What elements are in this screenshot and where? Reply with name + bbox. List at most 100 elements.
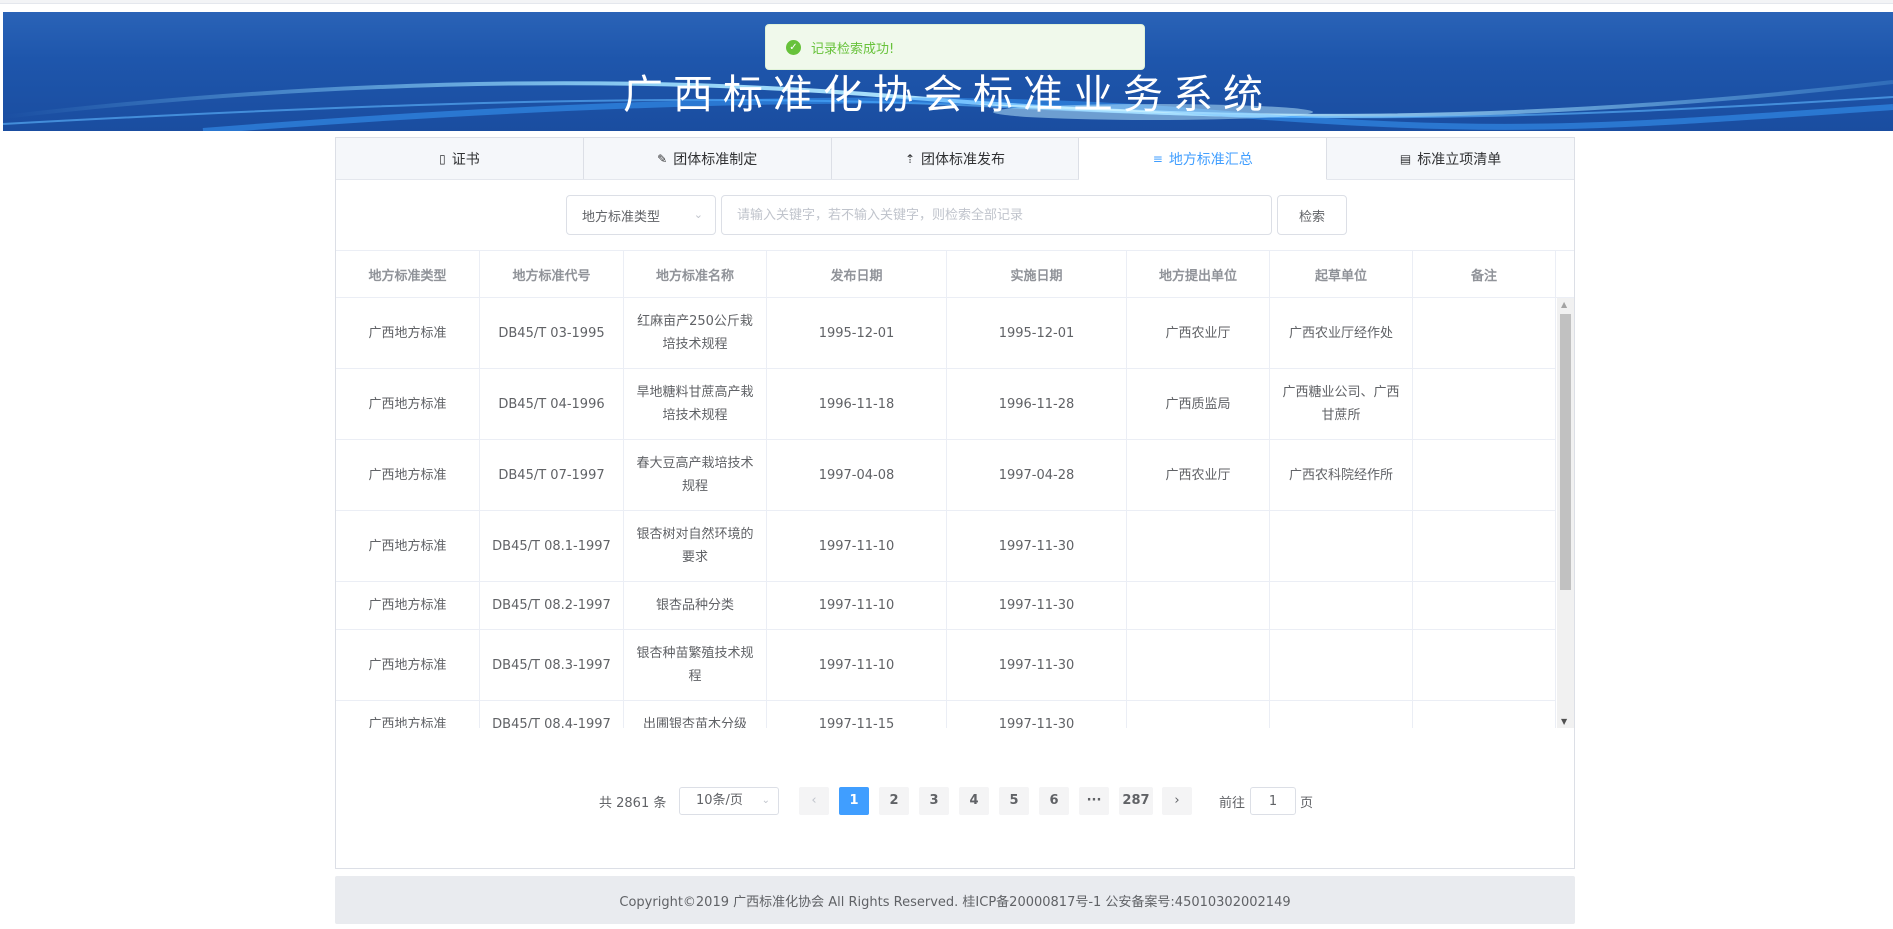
- table-cell: 银杏品种分类: [624, 582, 767, 629]
- table-cell: 1995-12-01: [767, 298, 947, 368]
- table-cell: 广西地方标准: [336, 511, 480, 581]
- table-cell: 1997-11-15: [767, 701, 947, 728]
- chevron-down-icon: ⌄: [693, 208, 703, 221]
- page-number[interactable]: 2: [879, 787, 909, 815]
- table-cell: DB45/T 08.2-1997: [480, 582, 624, 629]
- table-cell: [1413, 369, 1556, 439]
- tab-bar: ▯ 证书 ✎ 团体标准制定 ⇡ 团体标准发布 ≡ 地方标准汇总 ▤ 标准立项清单: [336, 138, 1574, 180]
- column-header: 地方提出单位: [1127, 251, 1270, 297]
- next-page-button[interactable]: ›: [1162, 787, 1192, 815]
- table-cell: 1996-11-18: [767, 369, 947, 439]
- tab-standard-project-list[interactable]: ▤ 标准立项清单: [1327, 138, 1574, 179]
- table-cell: 广西农业厅: [1127, 298, 1270, 368]
- table-cell: 广西地方标准: [336, 369, 480, 439]
- chevron-right-icon: ›: [1174, 793, 1180, 808]
- search-bar: 地方标准类型 ⌄ 检索: [336, 195, 1574, 235]
- keyword-input[interactable]: [721, 195, 1272, 235]
- table-cell: 1997-11-10: [767, 630, 947, 700]
- table-cell: [1270, 511, 1413, 581]
- page-title: 广西标准化协会标准业务系统: [623, 72, 1273, 118]
- table-cell: 1997-11-10: [767, 582, 947, 629]
- success-check-icon: ✓: [786, 39, 801, 55]
- tab-label: 团体标准发布: [921, 151, 1006, 168]
- column-header: 起草单位: [1270, 251, 1413, 297]
- page-number[interactable]: 287: [1119, 787, 1153, 815]
- table-row: 广西地方标准 DB45/T 04-1996 旱地糖料甘蔗高产栽培技术规程 1996-1…: [336, 369, 1556, 440]
- table-header: 地方标准类型 地方标准代号 地方标准名称 发布日期 实施日期 地方提出单位 起草…: [336, 251, 1574, 298]
- table-cell: [1413, 440, 1556, 510]
- tab-label: 证书: [451, 151, 480, 168]
- table-cell: DB45/T 03-1995: [480, 298, 624, 368]
- page-number[interactable]: 3: [919, 787, 949, 815]
- page-number[interactable]: 4: [959, 787, 989, 815]
- chevron-down-icon: ⌄: [761, 795, 770, 806]
- table-cell: 旱地糖料甘蔗高产栽培技术规程: [624, 369, 767, 439]
- table-body: 广西地方标准 DB45/T 03-1995 红麻亩产250公斤栽培技术规程 1995-…: [336, 298, 1556, 728]
- table-cell: [1413, 630, 1556, 700]
- table-row: 广西地方标准 DB45/T 08.3-1997 银杏种苗繁殖技术规程 1997-11-…: [336, 630, 1556, 701]
- page-size-value: 10条/页: [696, 793, 743, 808]
- tab-label: 地方标准汇总: [1168, 151, 1253, 168]
- table-cell: 1997-04-08: [767, 440, 947, 510]
- table-cell: [1270, 582, 1413, 629]
- chevron-left-icon: ‹: [811, 793, 817, 808]
- table-cell: [1127, 582, 1270, 629]
- vertical-scrollbar[interactable]: ▲ ▼: [1557, 298, 1574, 728]
- tab-group-standard-publish[interactable]: ⇡ 团体标准发布: [832, 138, 1080, 179]
- table-cell: DB45/T 08.3-1997: [480, 630, 624, 700]
- page-number[interactable]: 6: [1039, 787, 1069, 815]
- search-button[interactable]: 检索: [1277, 195, 1347, 235]
- tab-group-standard-draft[interactable]: ✎ 团体标准制定: [584, 138, 832, 179]
- tab-local-standard-summary[interactable]: ≡ 地方标准汇总: [1079, 138, 1328, 180]
- book-icon: ▯: [439, 151, 446, 166]
- table-cell: 广西地方标准: [336, 440, 480, 510]
- table-row: 广西地方标准 DB45/T 07-1997 春大豆高产栽培技术规程 1997-04-0…: [336, 440, 1556, 511]
- total-count: 共 2861 条: [599, 796, 667, 811]
- table-cell: 红麻亩产250公斤栽培技术规程: [624, 298, 767, 368]
- table-cell: 广西糖业公司、广西甘蔗所: [1270, 369, 1413, 439]
- table-cell: 1997-11-30: [947, 511, 1127, 581]
- top-bar: [0, 0, 1893, 4]
- main-panel: ▯ 证书 ✎ 团体标准制定 ⇡ 团体标准发布 ≡ 地方标准汇总 ▤ 标准立项清单…: [335, 137, 1575, 869]
- column-header: 备注: [1413, 251, 1556, 297]
- column-header: 地方标准类型: [336, 251, 480, 297]
- prev-page-button[interactable]: ‹: [799, 787, 829, 815]
- table-cell: 广西农业厅: [1127, 440, 1270, 510]
- scroll-up-icon[interactable]: ▲: [1561, 300, 1567, 309]
- table-cell: 广西农科院经作所: [1270, 440, 1413, 510]
- table-cell: DB45/T 08.4-1997: [480, 701, 624, 728]
- table-cell: 春大豆高产栽培技术规程: [624, 440, 767, 510]
- table-cell: 广西地方标准: [336, 630, 480, 700]
- table-cell: 银杏树对自然环境的要求: [624, 511, 767, 581]
- select-value: 地方标准类型: [582, 209, 661, 225]
- scrollbar-thumb[interactable]: [1560, 314, 1571, 590]
- tab-label: 团体标准制定: [673, 151, 758, 168]
- page-size-select[interactable]: 10条/页 ⌄: [679, 787, 779, 815]
- standard-type-select[interactable]: 地方标准类型 ⌄: [566, 195, 716, 235]
- page-number[interactable]: 1: [839, 787, 869, 815]
- table-cell: [1413, 298, 1556, 368]
- table-cell: 1997-11-30: [947, 630, 1127, 700]
- table-cell: 广西地方标准: [336, 298, 480, 368]
- table-row: 广西地方标准 DB45/T 08.1-1997 银杏树对自然环境的要求 1997-11…: [336, 511, 1556, 582]
- more-pages-button[interactable]: ···: [1079, 787, 1109, 815]
- table-row: 广西地方标准 DB45/T 08.2-1997 银杏品种分类 1997-11-10 19…: [336, 582, 1556, 630]
- scroll-down-icon[interactable]: ▼: [1561, 717, 1567, 726]
- table-cell: 广西地方标准: [336, 582, 480, 629]
- goto-suffix: 页: [1300, 796, 1314, 811]
- table-cell: 1997-11-30: [947, 701, 1127, 728]
- table-cell: [1413, 582, 1556, 629]
- page-number[interactable]: 5: [999, 787, 1029, 815]
- table-cell: 1995-12-01: [947, 298, 1127, 368]
- edit-icon: ✎: [657, 151, 668, 166]
- standards-table: 地方标准类型 地方标准代号 地方标准名称 发布日期 实施日期 地方提出单位 起草…: [336, 250, 1574, 730]
- document-icon: ▤: [1399, 151, 1412, 166]
- table-cell: 1996-11-28: [947, 369, 1127, 439]
- goto-page-input[interactable]: [1250, 787, 1296, 815]
- success-toast: ✓ 记录检索成功!: [765, 24, 1145, 70]
- table-cell: [1413, 511, 1556, 581]
- tab-certificate[interactable]: ▯ 证书: [336, 138, 584, 179]
- column-header: 地方标准代号: [480, 251, 624, 297]
- header-scroll-gutter: [1556, 251, 1574, 297]
- goto-label: 前往: [1219, 796, 1246, 811]
